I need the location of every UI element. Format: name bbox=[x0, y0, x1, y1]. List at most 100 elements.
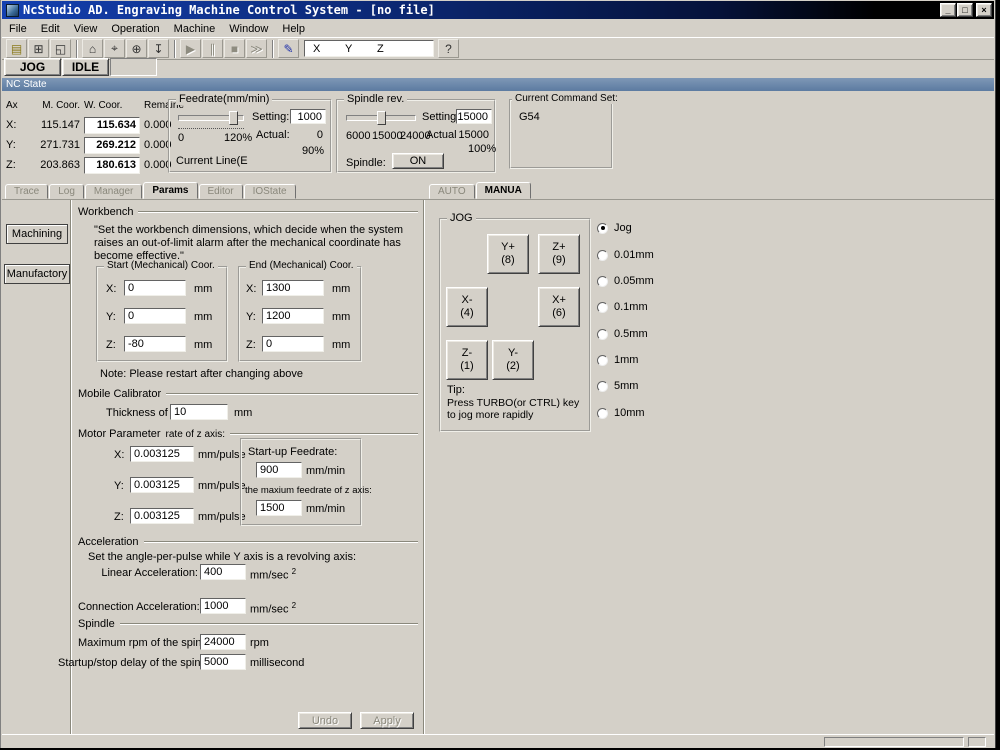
tab-trace[interactable]: Trace bbox=[5, 184, 48, 199]
simulate-pen-icon[interactable]: ✎ bbox=[278, 39, 299, 58]
end-z-input[interactable] bbox=[262, 336, 324, 352]
feedrate-actual-value: 0 bbox=[290, 127, 326, 142]
end-coor-title: End (Mechanical) Coor. bbox=[246, 260, 357, 271]
pause-icon[interactable]: ∥ bbox=[202, 39, 223, 58]
radio-dot bbox=[597, 408, 608, 419]
menu-edit[interactable]: Edit bbox=[34, 22, 67, 36]
screen-layout-icon[interactable]: ⊞ bbox=[28, 39, 49, 58]
maximize-button[interactable]: □ bbox=[957, 3, 973, 17]
spindle-delay-input[interactable] bbox=[200, 654, 246, 670]
section-line bbox=[138, 211, 418, 213]
z-machine-coor: 203.863 bbox=[28, 159, 84, 171]
menu-file[interactable]: File bbox=[2, 22, 34, 36]
tip-text: Press TURBO(or CTRL) key to jog more rap… bbox=[447, 397, 585, 421]
screen-view-icon[interactable]: ◱ bbox=[50, 39, 71, 58]
feedrate-slider[interactable] bbox=[178, 115, 244, 121]
menu-machine[interactable]: Machine bbox=[167, 22, 223, 36]
stop-icon[interactable]: ■ bbox=[224, 39, 245, 58]
motor-z-input[interactable] bbox=[130, 508, 194, 524]
jog-y-minus-button[interactable]: Y-(2) bbox=[492, 340, 534, 380]
tab-manager[interactable]: Manager bbox=[85, 184, 142, 199]
startup-feedrate-input[interactable] bbox=[256, 462, 302, 478]
feedrate-group: Feedrate(mm/min) 0 120% Setting: 1000 Ac… bbox=[168, 99, 332, 173]
spindle-slider[interactable] bbox=[346, 115, 416, 121]
step-radio-0-1mm[interactable]: 0.1mm bbox=[597, 301, 648, 313]
linear-acceleration-label: Linear Acceleration: bbox=[78, 567, 198, 579]
max-z-feedrate-input[interactable] bbox=[256, 500, 302, 516]
sidebar-item-machining[interactable]: Machining bbox=[6, 224, 68, 244]
spindle-on-button[interactable]: ON bbox=[392, 153, 444, 169]
startup-feedrate-unit: mm/min bbox=[306, 465, 345, 477]
connection-acceleration-input[interactable] bbox=[200, 598, 246, 614]
workbench-description: "Set the workbench dimensions, which dec… bbox=[94, 224, 406, 263]
advance-icon[interactable]: ≫ bbox=[246, 39, 267, 58]
step-radio-0-05mm[interactable]: 0.05mm bbox=[597, 275, 654, 287]
motor-y-input[interactable] bbox=[130, 477, 194, 493]
feedrate-slider-handle[interactable] bbox=[229, 111, 238, 125]
motor-z-unit: mm/pulse bbox=[198, 511, 246, 523]
x-machine-coor: 115.147 bbox=[28, 119, 84, 131]
linear-acceleration-input[interactable] bbox=[200, 564, 246, 580]
menu-help[interactable]: Help bbox=[275, 22, 312, 36]
set-workpiece-origin-icon[interactable]: ⌖ bbox=[104, 39, 125, 58]
spindle-delay-label: Startup/stop delay of the spindle: bbox=[58, 657, 198, 669]
tab-auto[interactable]: AUTO bbox=[429, 184, 475, 199]
radio-dot bbox=[597, 302, 608, 313]
back-to-machine-origin-icon[interactable]: ⌂ bbox=[82, 39, 103, 58]
max-rpm-input[interactable] bbox=[200, 634, 246, 650]
start-z-input[interactable] bbox=[124, 336, 186, 352]
section-line bbox=[230, 433, 418, 435]
tab-params[interactable]: Params bbox=[143, 182, 197, 199]
radio-dot bbox=[597, 355, 608, 366]
squared-sup: 2 bbox=[292, 567, 296, 576]
tab-manual[interactable]: MANUA bbox=[476, 182, 531, 199]
toolbar-separator bbox=[272, 40, 274, 58]
coordinate-entry-field[interactable]: X Y Z bbox=[304, 40, 434, 57]
menu-operation[interactable]: Operation bbox=[104, 22, 166, 36]
nc-state-title: NC State bbox=[6, 79, 47, 90]
jog-mode-button[interactable]: JOG bbox=[4, 58, 61, 76]
step-radio-0-01mm[interactable]: 0.01mm bbox=[597, 249, 654, 261]
undo-button[interactable]: Undo bbox=[298, 712, 352, 729]
axis-x-label: X: bbox=[6, 119, 28, 131]
minimize-button[interactable]: _ bbox=[940, 3, 956, 17]
spindle-slider-handle[interactable] bbox=[377, 111, 386, 125]
step-radio-jog[interactable]: Jog bbox=[597, 222, 632, 234]
jog-y-plus-button[interactable]: Y+(8) bbox=[487, 234, 529, 274]
motor-x-input[interactable] bbox=[130, 446, 194, 462]
restart-note: Note: Please restart after changing abov… bbox=[100, 368, 303, 380]
lower-tool-icon[interactable]: ↧ bbox=[148, 39, 169, 58]
window-controls: _ □ × bbox=[940, 3, 992, 17]
end-y-input[interactable] bbox=[262, 308, 324, 324]
start-y-input[interactable] bbox=[124, 308, 186, 324]
step-radio-10mm[interactable]: 10mm bbox=[597, 407, 645, 419]
mobile-calibrator-label: Mobile Calibrator bbox=[78, 388, 161, 400]
sidebar-item-manufactory[interactable]: Manufactory bbox=[4, 264, 70, 284]
jog-z-minus-button[interactable]: Z-(1) bbox=[446, 340, 488, 380]
end-x-input[interactable] bbox=[262, 280, 324, 296]
start-icon[interactable]: ▶ bbox=[180, 39, 201, 58]
apply-button[interactable]: Apply bbox=[360, 712, 414, 729]
jog-x-minus-button[interactable]: X-(4) bbox=[446, 287, 488, 327]
spindle-actual-label: Actual bbox=[426, 129, 457, 141]
step-radio-1mm[interactable]: 1mm bbox=[597, 354, 638, 366]
open-file-icon[interactable]: ▤ bbox=[6, 39, 27, 58]
tab-editor[interactable]: Editor bbox=[199, 184, 243, 199]
tab-iostate[interactable]: IOState bbox=[244, 184, 296, 199]
jog-z-plus-button[interactable]: Z+(9) bbox=[538, 234, 580, 274]
step-radio-0-5mm[interactable]: 0.5mm bbox=[597, 328, 648, 340]
menu-window[interactable]: Window bbox=[222, 22, 275, 36]
step-radio-5mm[interactable]: 5mm bbox=[597, 380, 638, 392]
command-group: Current Command Set: G54 bbox=[509, 99, 613, 169]
back-to-workpiece-origin-icon[interactable]: ⊕ bbox=[126, 39, 147, 58]
thickness-input[interactable] bbox=[170, 404, 228, 420]
mobile-calibrator-section-header: Mobile Calibrator bbox=[78, 388, 418, 400]
jog-x-plus-button[interactable]: X+(6) bbox=[538, 287, 580, 327]
menu-view[interactable]: View bbox=[67, 22, 105, 36]
tab-log[interactable]: Log bbox=[49, 184, 84, 199]
help-icon[interactable]: ? bbox=[438, 39, 459, 58]
status-cell bbox=[968, 737, 986, 747]
close-button[interactable]: × bbox=[976, 3, 992, 17]
start-x-input[interactable] bbox=[124, 280, 186, 296]
status-cell bbox=[824, 737, 964, 747]
